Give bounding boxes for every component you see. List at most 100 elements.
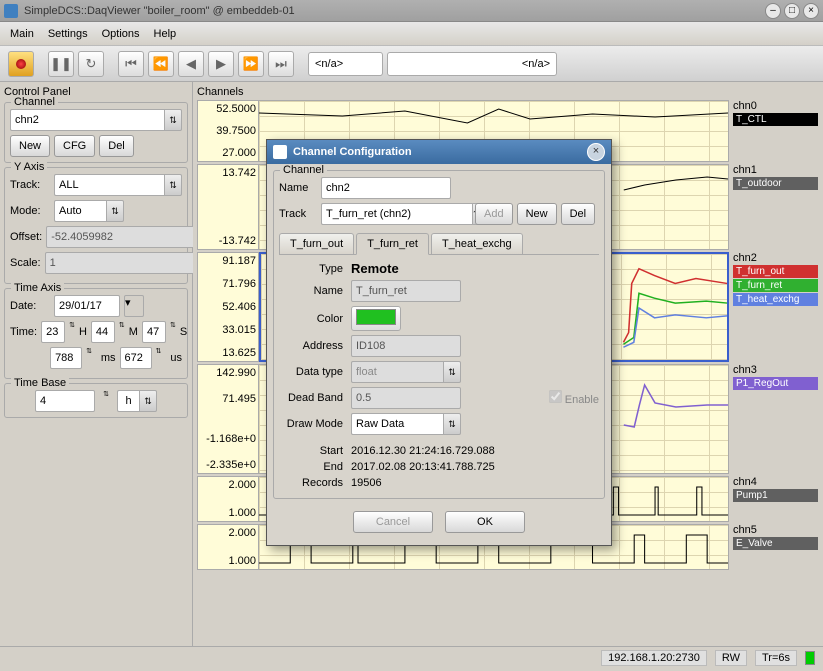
color-button[interactable] <box>351 306 401 331</box>
date-picker-button[interactable]: ▾ <box>124 295 144 317</box>
track-select[interactable]: ALL⇅ <box>54 174 182 196</box>
toolbar: ❚❚ ↻ ⏮ ⏪ ◀ ▶ ⏩ ⏭ <n/a> <n/a> <box>0 46 823 82</box>
dlg-name-input[interactable] <box>321 177 451 199</box>
status-rw: RW <box>715 650 747 666</box>
ms-input[interactable] <box>50 347 82 369</box>
tab-t-heat-exchg[interactable]: T_heat_exchg <box>431 233 523 254</box>
dlg-track-select[interactable]: ⇅ <box>321 203 469 225</box>
chevron-down-icon: ⇅ <box>443 361 461 383</box>
del-channel-button[interactable]: Del <box>99 135 134 157</box>
records-value: 19506 <box>351 477 382 489</box>
back-button[interactable]: ◀ <box>178 51 204 77</box>
cancel-button: Cancel <box>353 511 433 533</box>
new-channel-button[interactable]: New <box>10 135 50 157</box>
window-title: SimpleDCS::DaqViewer "boiler_room" @ emb… <box>24 5 295 17</box>
channel-select[interactable]: ⇅ <box>10 109 182 131</box>
first-button[interactable]: ⏮ <box>118 51 144 77</box>
dialog-title-text: Channel Configuration <box>293 146 412 158</box>
chevron-down-icon[interactable]: ⇅ <box>106 200 124 222</box>
menu-options[interactable]: Options <box>102 28 140 40</box>
address-input <box>351 335 461 357</box>
yaxis-ticks: 52.500039.750027.000 <box>197 100 259 162</box>
timebase-input[interactable] <box>35 390 95 412</box>
status-tr: Tr=6s <box>755 650 797 666</box>
scale-input <box>45 252 197 274</box>
channel-group: Channel ⇅ New CFG Del <box>4 102 188 163</box>
date-input[interactable] <box>54 295 120 317</box>
yaxis-group: Y Axis Track: ALL⇅ Mode: Auto⇅ Offset: S… <box>4 167 188 284</box>
channel-info: chn0T_CTL <box>729 100 819 162</box>
drawmode-select[interactable]: Raw Data⇅ <box>351 413 461 435</box>
chevron-down-icon[interactable]: ⇅ <box>164 109 182 131</box>
maximize-button[interactable]: □ <box>784 3 800 19</box>
menu-main[interactable]: Main <box>10 28 34 40</box>
yaxis-ticks: 13.742-13.742 <box>197 164 259 250</box>
ok-button[interactable]: OK <box>445 511 525 533</box>
channel-name: chn1 <box>733 164 819 176</box>
status-led-icon <box>805 651 815 665</box>
yaxis-ticks: 2.0001.000 <box>197 524 259 570</box>
channel-name: chn0 <box>733 100 819 112</box>
track-label[interactable]: P1_RegOut <box>733 377 818 390</box>
track-name-input <box>351 280 461 302</box>
us-input[interactable] <box>120 347 152 369</box>
enable-checkbox: Enable <box>549 390 599 406</box>
track-label[interactable]: T_outdoor <box>733 177 818 190</box>
track-label[interactable]: T_CTL <box>733 113 818 126</box>
toolbar-field-2[interactable]: <n/a> <box>387 52 557 76</box>
previous-button[interactable]: ⏪ <box>148 51 174 77</box>
last-button[interactable]: ⏭ <box>268 51 294 77</box>
dialog-icon <box>273 145 287 159</box>
cfg-channel-button[interactable]: CFG <box>54 135 95 157</box>
minute-input[interactable] <box>91 321 115 343</box>
record-button[interactable] <box>8 51 34 77</box>
yaxis-ticks: 2.0001.000 <box>197 476 259 522</box>
menu-help[interactable]: Help <box>154 28 177 40</box>
chevron-down-icon[interactable]: ⇅ <box>139 390 157 412</box>
mode-select[interactable]: Auto⇅ <box>54 200 124 222</box>
dialog-titlebar[interactable]: Channel Configuration × <box>267 140 611 164</box>
app-icon <box>4 4 18 18</box>
dialog-close-button[interactable]: × <box>587 143 605 161</box>
offset-input <box>46 226 198 248</box>
deadband-input <box>351 387 461 409</box>
dlg-new-button[interactable]: New <box>517 203 557 225</box>
track-label[interactable]: Pump1 <box>733 489 818 502</box>
channel-name: chn2 <box>733 252 819 264</box>
channel-name: chn3 <box>733 364 819 376</box>
tab-t-furn-ret[interactable]: T_furn_ret <box>356 233 429 255</box>
channel-info: chn5E_Valve <box>729 524 819 570</box>
statusbar: 192.168.1.20:2730 RW Tr=6s <box>0 646 823 669</box>
chevron-down-icon[interactable]: ⇅ <box>443 413 461 435</box>
play-button[interactable]: ▶ <box>208 51 234 77</box>
track-label[interactable]: T_heat_exchg <box>733 293 818 306</box>
channel-name: chn5 <box>733 524 819 536</box>
timebase-group: Time Base ⇅ h⇅ <box>4 383 188 418</box>
status-address: 192.168.1.20:2730 <box>601 650 707 666</box>
hour-input[interactable] <box>41 321 65 343</box>
dlg-add-button: Add <box>475 203 513 225</box>
track-label[interactable]: T_furn_ret <box>733 279 818 292</box>
minimize-button[interactable]: – <box>765 3 781 19</box>
track-label[interactable]: T_furn_out <box>733 265 818 278</box>
track-tabs: T_furn_out T_furn_ret T_heat_exchg <box>279 233 599 255</box>
channel-info: chn2T_furn_outT_furn_retT_heat_exchg <box>729 252 819 362</box>
timebase-unit[interactable]: h⇅ <box>117 390 157 412</box>
datatype-select: float⇅ <box>351 361 461 383</box>
channels-title: Channels <box>197 86 819 98</box>
toolbar-field-1[interactable]: <n/a> <box>308 52 383 76</box>
next-button[interactable]: ⏩ <box>238 51 264 77</box>
reload-button[interactable]: ↻ <box>78 51 104 77</box>
menu-settings[interactable]: Settings <box>48 28 88 40</box>
close-button[interactable]: × <box>803 3 819 19</box>
chevron-down-icon[interactable]: ⇅ <box>164 174 182 196</box>
tab-t-furn-out[interactable]: T_furn_out <box>279 233 354 254</box>
track-label[interactable]: E_Valve <box>733 537 818 550</box>
pause-button[interactable]: ❚❚ <box>48 51 74 77</box>
dlg-del-button[interactable]: Del <box>561 203 596 225</box>
yaxis-ticks: 91.18771.79652.40633.01513.625 <box>197 252 259 362</box>
channel-info: chn1T_outdoor <box>729 164 819 250</box>
second-input[interactable] <box>142 321 166 343</box>
yaxis-ticks: 142.99071.495-1.168e+0-2.335e+0 <box>197 364 259 474</box>
window-titlebar: SimpleDCS::DaqViewer "boiler_room" @ emb… <box>0 0 823 22</box>
